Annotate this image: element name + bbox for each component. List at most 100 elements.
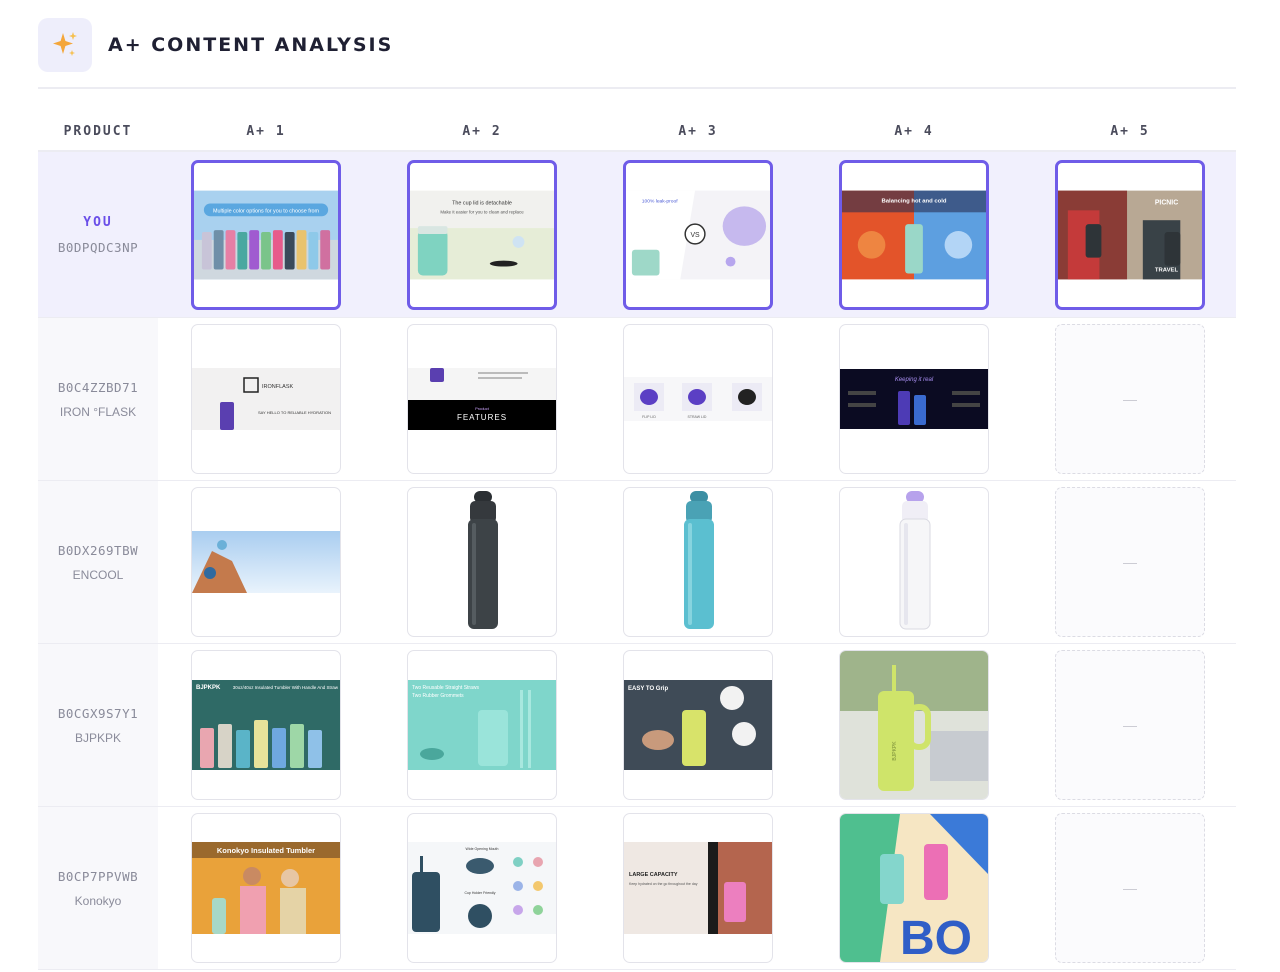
header-divider xyxy=(38,87,1236,89)
aplus-module-thumbnail[interactable]: 100% leak-proof VS xyxy=(623,159,773,310)
aplus-cell: BJPKPK xyxy=(806,644,1022,806)
aplus-module-thumbnail[interactable]: BJPKPK xyxy=(839,650,989,800)
table-row-competitor: B0DX269TBW ENCOOL — xyxy=(38,481,1236,644)
table-row-competitor: B0C4ZZBD71 IRON °FLASK IRONFLASK SAY HEL… xyxy=(38,318,1236,481)
aplus-cell: — xyxy=(1022,644,1238,806)
column-header-product: PRODUCT xyxy=(63,123,133,139)
aplus-module-thumbnail[interactable]: Wide Opening Mouth Cup Holder Friendly xyxy=(407,813,557,963)
column-header-aplus-5: A+ 5 xyxy=(1110,123,1150,139)
aplus-module-thumbnail[interactable]: Konokyo Insulated Tumbler xyxy=(191,813,341,963)
aplus-module-thumbnail[interactable] xyxy=(839,487,989,637)
aplus-cell: PICNIC TRAVEL xyxy=(1022,152,1238,317)
module-text: LARGE CAPACITY xyxy=(629,872,678,878)
product-brand: IRON °FLASK xyxy=(59,404,137,419)
aplus-cell xyxy=(374,481,590,643)
aplus-cell: Keeping it real xyxy=(806,318,1022,480)
aplus-module-empty: — xyxy=(1055,324,1205,474)
table-row-competitor: B0CP7PPVWB Konokyo Konokyo Insulated Tum… xyxy=(38,807,1236,970)
aplus-module-thumbnail[interactable]: PICNIC TRAVEL xyxy=(1055,159,1205,310)
column-header-aplus-4: A+ 4 xyxy=(894,123,934,139)
module-text: Konokyo Insulated Tumbler xyxy=(217,846,315,855)
aplus-module-thumbnail[interactable]: IRONFLASK SAY HELLO TO RELIABLE HYDRATIO… xyxy=(191,324,341,474)
aplus-module-thumbnail[interactable]: BO xyxy=(839,813,989,963)
aplus-module-thumbnail[interactable] xyxy=(407,487,557,637)
product-asin[interactable]: B0C4ZZBD71 xyxy=(58,380,138,395)
product-brand: Konokyo xyxy=(74,893,122,908)
product-cell: B0DX269TBW ENCOOL xyxy=(38,481,158,643)
aplus-cell: Wide Opening Mouth Cup Holder Friendly xyxy=(374,807,590,969)
aplus-cell: — xyxy=(1022,481,1238,643)
module-subtext: Keep hydrated on the go throughout the d… xyxy=(629,882,698,886)
table-row-you: YOU B0DPQDC3NP Multiple color options fo… xyxy=(38,152,1236,318)
aplus-module-empty: — xyxy=(1055,487,1205,637)
aplus-module-thumbnail[interactable]: Two Reusable Straight Straws Two Rubber … xyxy=(407,650,557,800)
module-text: EASY TO Grip xyxy=(628,686,668,692)
product-cell: YOU B0DPQDC3NP xyxy=(38,152,158,317)
table-row-competitor: B0CGX9S7Y1 BJPKPK BJPKPK 30oz/40oz Insul… xyxy=(38,644,1236,807)
product-brand: BJPKPK xyxy=(74,730,122,745)
aplus-module-thumbnail[interactable]: Keeping it real xyxy=(839,324,989,474)
module-subtext: Make it easier for you to clean and repl… xyxy=(440,209,524,214)
aplus-cell xyxy=(590,481,806,643)
empty-placeholder: — xyxy=(1123,391,1137,407)
module-text: BJPKPK xyxy=(196,685,221,691)
module-text: IRONFLASK xyxy=(262,384,294,390)
aplus-module-thumbnail[interactable]: Product FEATURES xyxy=(407,324,557,474)
product-asin[interactable]: B0CP7PPVWB xyxy=(58,869,138,884)
aplus-module-thumbnail[interactable]: BJPKPK 30oz/40oz Insulated Tumbler With … xyxy=(191,650,341,800)
product-cell: B0CGX9S7Y1 BJPKPK xyxy=(38,644,158,806)
aplus-cell: 100% leak-proof VS xyxy=(590,152,806,317)
product-asin: B0DPQDC3NP xyxy=(57,239,139,255)
aplus-module-thumbnail[interactable]: FLIP LID STRAW LID xyxy=(623,324,773,474)
module-text: Multiple color options for you to choose… xyxy=(213,208,320,214)
module-text: BJPKPK xyxy=(892,741,898,761)
aplus-module-thumbnail[interactable]: EASY TO Grip xyxy=(623,650,773,800)
table-header: PRODUCT A+ 1 A+ 2 A+ 3 A+ 4 A+ 5 xyxy=(38,112,1236,152)
module-text: 100% leak-proof xyxy=(642,198,678,204)
column-header-aplus-3: A+ 3 xyxy=(678,123,718,139)
module-text: The cup lid is detachable xyxy=(452,200,512,206)
module-subtext: VS xyxy=(690,231,700,238)
module-subtext: TRAVEL xyxy=(1155,267,1179,273)
aplus-cell: FLIP LID STRAW LID xyxy=(590,318,806,480)
aplus-module-thumbnail[interactable] xyxy=(191,487,341,637)
product-asin[interactable]: B0CGX9S7Y1 xyxy=(58,706,138,721)
page-header: A+ CONTENT ANALYSIS xyxy=(38,18,393,72)
aplus-module-empty: — xyxy=(1055,650,1205,800)
aplus-cell: Two Reusable Straight Straws Two Rubber … xyxy=(374,644,590,806)
module-subtext: Cup Holder Friendly xyxy=(464,891,495,895)
module-text: FLIP LID xyxy=(642,415,656,419)
aplus-module-thumbnail[interactable]: Multiple color options for you to choose… xyxy=(191,159,341,310)
module-subtext: 30oz/40oz Insulated Tumbler With Handle … xyxy=(233,685,339,690)
aplus-cell: EASY TO Grip xyxy=(590,644,806,806)
module-text: PICNIC xyxy=(1155,199,1178,206)
aplus-module-thumbnail[interactable]: LARGE CAPACITY Keep hydrated on the go t… xyxy=(623,813,773,963)
module-subtext: Two Rubber Grommets xyxy=(412,693,464,699)
aplus-module-thumbnail[interactable]: Balancing hot and cold xyxy=(839,159,989,310)
product-cell: B0CP7PPVWB Konokyo xyxy=(38,807,158,969)
aplus-cell: Multiple color options for you to choose… xyxy=(158,152,374,317)
product-cell: B0C4ZZBD71 IRON °FLASK xyxy=(38,318,158,480)
aplus-cell: The cup lid is detachable Make it easier… xyxy=(374,152,590,317)
aplus-table: PRODUCT A+ 1 A+ 2 A+ 3 A+ 4 A+ 5 YOU B0D… xyxy=(38,112,1236,970)
aplus-module-thumbnail[interactable] xyxy=(623,487,773,637)
aplus-cell: IRONFLASK SAY HELLO TO RELIABLE HYDRATIO… xyxy=(158,318,374,480)
column-header-aplus-1: A+ 1 xyxy=(246,123,286,139)
module-text: Balancing hot and cold xyxy=(882,198,947,204)
module-text: FEATURES xyxy=(457,413,507,422)
module-subtext: SAY HELLO TO RELIABLE HYDRATION xyxy=(258,410,331,415)
aplus-module-thumbnail[interactable]: The cup lid is detachable Make it easier… xyxy=(407,159,557,310)
product-asin[interactable]: B0DX269TBW xyxy=(58,543,138,558)
module-text: BO xyxy=(900,912,972,962)
empty-placeholder: — xyxy=(1123,880,1137,896)
sparkles-icon xyxy=(38,18,92,72)
product-brand: ENCOOL xyxy=(72,567,124,582)
aplus-cell: BJPKPK 30oz/40oz Insulated Tumbler With … xyxy=(158,644,374,806)
empty-placeholder: — xyxy=(1123,717,1137,733)
aplus-cell xyxy=(806,481,1022,643)
aplus-cell: — xyxy=(1022,807,1238,969)
aplus-cell: — xyxy=(1022,318,1238,480)
column-header-aplus-2: A+ 2 xyxy=(462,123,502,139)
aplus-cell: Balancing hot and cold xyxy=(806,152,1022,317)
page-title: A+ CONTENT ANALYSIS xyxy=(108,34,394,56)
